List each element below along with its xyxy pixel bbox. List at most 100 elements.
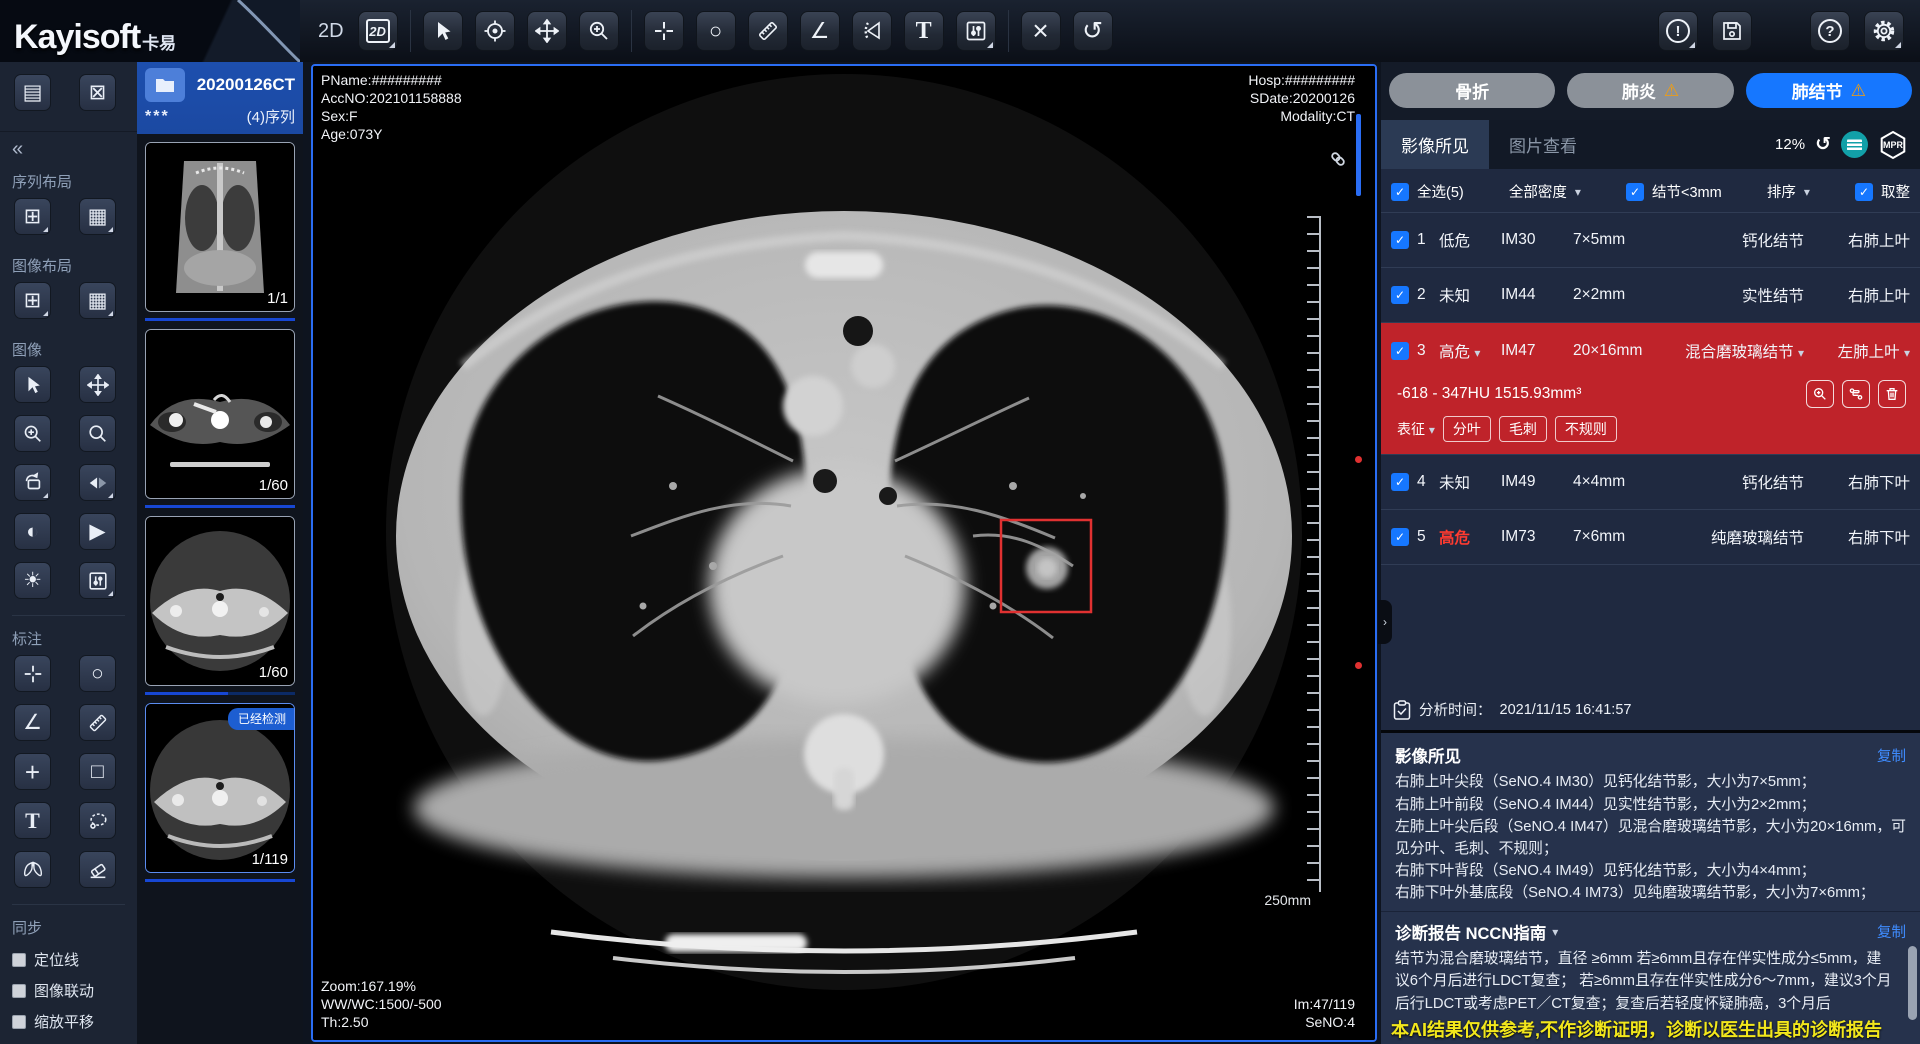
- link-sync-icon[interactable]: [1329, 150, 1347, 168]
- ellipse-tool-button[interactable]: ○: [696, 11, 736, 51]
- sync-option-zoom-pan[interactable]: 缩放平移: [0, 1006, 137, 1037]
- main-ct-viewport[interactable]: PName:######### AccNO:202101158888 Sex:F…: [311, 64, 1377, 1042]
- reset-view-button[interactable]: ↺: [1073, 11, 1113, 51]
- delete-annotation-button[interactable]: ×: [1021, 11, 1061, 51]
- lasso-annotation-button[interactable]: [79, 802, 116, 839]
- slice-scrollbar[interactable]: [1356, 114, 1361, 196]
- pointer-tool-button[interactable]: [423, 11, 463, 51]
- angle-annotation-button[interactable]: ∠: [14, 704, 51, 741]
- nodule-row-3-expanded[interactable]: ✓ 3 高危 ▾ IM47 20×16mm 混合磨玻璃结节 ▾ 左肺上叶 ▾ -…: [1381, 323, 1920, 455]
- mpr-button[interactable]: MPR: [1878, 130, 1908, 160]
- text-annotation-button[interactable]: T: [14, 802, 51, 839]
- select-all-label[interactable]: 全选(5): [1417, 181, 1464, 202]
- series-panel-button[interactable]: ▤: [14, 74, 51, 111]
- zoom-tool-button[interactable]: [579, 11, 619, 51]
- row-checkbox[interactable]: ✓: [1391, 286, 1409, 304]
- checkbox-unchecked[interactable]: [12, 953, 26, 967]
- window-adjust-button[interactable]: [956, 11, 996, 51]
- crosshair-annotation-button[interactable]: [14, 655, 51, 692]
- window-level-button[interactable]: [79, 562, 116, 599]
- cine-play-button[interactable]: ▶: [79, 513, 116, 550]
- localizer-tool-button[interactable]: [475, 11, 515, 51]
- feature-tag[interactable]: 毛刺: [1499, 416, 1547, 442]
- nodule-risk-dropdown[interactable]: 高危 ▾: [1439, 340, 1501, 362]
- compare-nodule-button[interactable]: [1842, 380, 1870, 408]
- sync-option-window-level[interactable]: 窗宽窗位: [0, 1037, 137, 1044]
- copy-report-link[interactable]: 复制: [1877, 921, 1906, 942]
- small-nodule-checkbox[interactable]: ✓: [1626, 183, 1644, 201]
- nodule-marker-red[interactable]: [1355, 456, 1362, 463]
- save-button[interactable]: [1712, 11, 1752, 51]
- nodule-type-dropdown[interactable]: 混合磨玻璃结节 ▾: [1677, 340, 1818, 362]
- sync-option-localizer[interactable]: 定位线: [0, 944, 137, 975]
- round-checkbox[interactable]: ✓: [1855, 183, 1873, 201]
- checkbox-unchecked[interactable]: [12, 1015, 26, 1029]
- close-panel-button[interactable]: ⊠: [79, 74, 116, 111]
- chevron-down-icon[interactable]: ▾: [1552, 925, 1558, 939]
- angle-tool-button[interactable]: ∠: [800, 11, 840, 51]
- row-checkbox[interactable]: ✓: [1391, 473, 1409, 491]
- layout-2d-button[interactable]: 2D: [358, 11, 398, 51]
- zoom-image-button[interactable]: [14, 415, 51, 452]
- invert-button[interactable]: ◐: [14, 513, 51, 550]
- flip-button[interactable]: [79, 464, 116, 501]
- select-all-checkbox[interactable]: ✓: [1391, 183, 1409, 201]
- ruler-tool-button[interactable]: [748, 11, 788, 51]
- nodule-row-2[interactable]: ✓ 2 未知 IM44 2×2mm 实性结节 右肺上叶: [1381, 268, 1920, 323]
- lung-segmentation-button[interactable]: [14, 851, 51, 888]
- locate-nodule-button[interactable]: [1806, 380, 1834, 408]
- delete-nodule-button[interactable]: [1878, 380, 1906, 408]
- pan-tool-button[interactable]: [527, 11, 567, 51]
- rectangle-annotation-button[interactable]: □: [79, 753, 116, 790]
- small-nodule-label[interactable]: 结节<3mm: [1652, 181, 1722, 202]
- select-tool-button[interactable]: [14, 366, 51, 403]
- pan-image-button[interactable]: [79, 366, 116, 403]
- series-grid-2x2-button[interactable]: ⊞: [14, 198, 51, 235]
- feature-tag[interactable]: 分叶: [1443, 416, 1491, 442]
- study-header[interactable]: 20200126CT *** (4)序列: [137, 62, 303, 134]
- ruler-annotation-button[interactable]: [79, 704, 116, 741]
- ellipse-annotation-button[interactable]: ○: [79, 655, 116, 692]
- row-checkbox[interactable]: ✓: [1391, 342, 1409, 360]
- module-pneumonia-button[interactable]: 肺炎 ⚠: [1567, 73, 1733, 108]
- tab-image-view[interactable]: 图片查看: [1489, 120, 1597, 169]
- rotate-button[interactable]: [14, 464, 51, 501]
- report-scrollbar[interactable]: [1908, 946, 1917, 1020]
- settings-button[interactable]: [1864, 11, 1904, 51]
- cobb-angle-tool-button[interactable]: [852, 11, 892, 51]
- checkbox-unchecked[interactable]: [12, 984, 26, 998]
- panel-collapse-handle[interactable]: ›: [1378, 600, 1392, 644]
- row-checkbox[interactable]: ✓: [1391, 528, 1409, 546]
- sort-dropdown[interactable]: 排序: [1767, 181, 1796, 202]
- nodule-location-dropdown[interactable]: 左肺上叶 ▾: [1818, 340, 1910, 362]
- density-filter-dropdown[interactable]: 全部密度: [1509, 181, 1567, 202]
- crosshair-tool-button[interactable]: [644, 11, 684, 51]
- image-grid-3x3-button[interactable]: ▦: [79, 282, 116, 319]
- eraser-button[interactable]: [79, 851, 116, 888]
- report-card-icon[interactable]: [1841, 131, 1868, 158]
- feature-dropdown[interactable]: 表征 ▾: [1397, 419, 1435, 439]
- collapse-sidebar-button[interactable]: «: [0, 132, 137, 163]
- text-tool-button[interactable]: T: [904, 11, 944, 51]
- sync-option-image-link[interactable]: 图像联动: [0, 975, 137, 1006]
- nodule-row-5[interactable]: ✓ 5 高危 IM73 7×6mm 纯磨玻璃结节 右肺下叶: [1381, 510, 1920, 565]
- report-issue-button[interactable]: !: [1658, 11, 1698, 51]
- magnify-button[interactable]: [79, 415, 116, 452]
- image-grid-2x2-button[interactable]: ⊞: [14, 282, 51, 319]
- series-thumbnail-1[interactable]: 1/1: [145, 142, 295, 312]
- help-button[interactable]: ?: [1810, 11, 1850, 51]
- point-annotation-button[interactable]: +: [14, 753, 51, 790]
- brightness-button[interactable]: ☀: [14, 562, 51, 599]
- nodule-row-3-header[interactable]: ✓ 3 高危 ▾ IM47 20×16mm 混合磨玻璃结节 ▾ 左肺上叶 ▾: [1381, 323, 1920, 378]
- round-label[interactable]: 取整: [1881, 181, 1910, 202]
- refresh-icon[interactable]: ↺: [1815, 133, 1831, 156]
- row-checkbox[interactable]: ✓: [1391, 231, 1409, 249]
- module-fracture-button[interactable]: 骨折: [1389, 73, 1555, 108]
- series-thumbnail-3[interactable]: 1/60: [145, 516, 295, 686]
- module-lung-nodule-button[interactable]: 肺结节 ⚠: [1746, 73, 1912, 108]
- study-folder-button[interactable]: [145, 68, 185, 102]
- tab-findings[interactable]: 影像所见: [1381, 120, 1489, 169]
- series-grid-3x3-button[interactable]: ▦: [79, 198, 116, 235]
- series-thumbnail-4-active[interactable]: 已经检测 1/119: [145, 703, 295, 873]
- feature-tag[interactable]: 不规则: [1555, 416, 1617, 442]
